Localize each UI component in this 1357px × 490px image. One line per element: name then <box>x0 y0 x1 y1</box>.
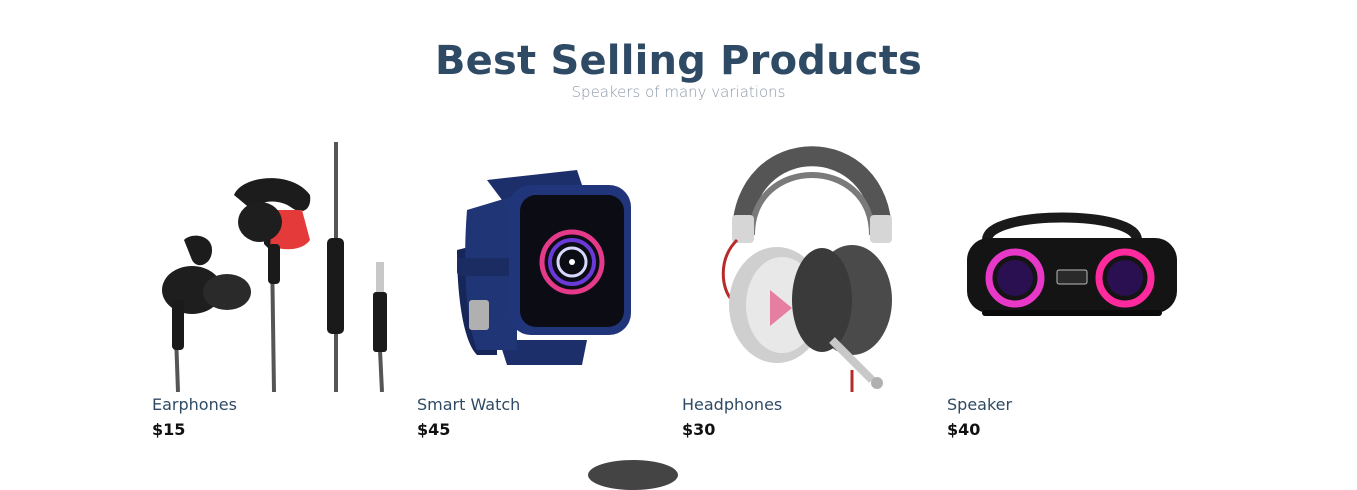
smartwatch-image[interactable] <box>417 140 667 392</box>
product-name[interactable]: Speaker <box>947 395 1012 414</box>
product-grid: Earphones $15 Smart Watch $45 Headphones… <box>152 140 1212 440</box>
headphones-image[interactable] <box>682 140 932 392</box>
section-header: Best Selling Products Speakers of many v… <box>0 36 1357 102</box>
section-subtitle: Speakers of many variations <box>571 83 786 101</box>
section-title: Best Selling Products <box>434 38 923 84</box>
product-price: $45 <box>417 420 451 439</box>
product-card-speaker[interactable]: Speaker $40 <box>947 140 1197 440</box>
next-section-peek <box>588 460 678 490</box>
product-price: $30 <box>682 420 716 439</box>
product-card-earphones[interactable]: Earphones $15 <box>152 140 402 440</box>
product-card-headphones[interactable]: Headphones $30 <box>682 140 932 440</box>
product-name[interactable]: Earphones <box>152 395 237 414</box>
earphones-image[interactable] <box>152 140 402 393</box>
speaker-image[interactable] <box>947 140 1197 392</box>
product-name[interactable]: Headphones <box>682 395 782 414</box>
product-name[interactable]: Smart Watch <box>417 395 520 414</box>
product-price: $15 <box>152 420 186 439</box>
product-price: $40 <box>947 420 981 439</box>
product-card-smartwatch[interactable]: Smart Watch $45 <box>417 140 667 440</box>
